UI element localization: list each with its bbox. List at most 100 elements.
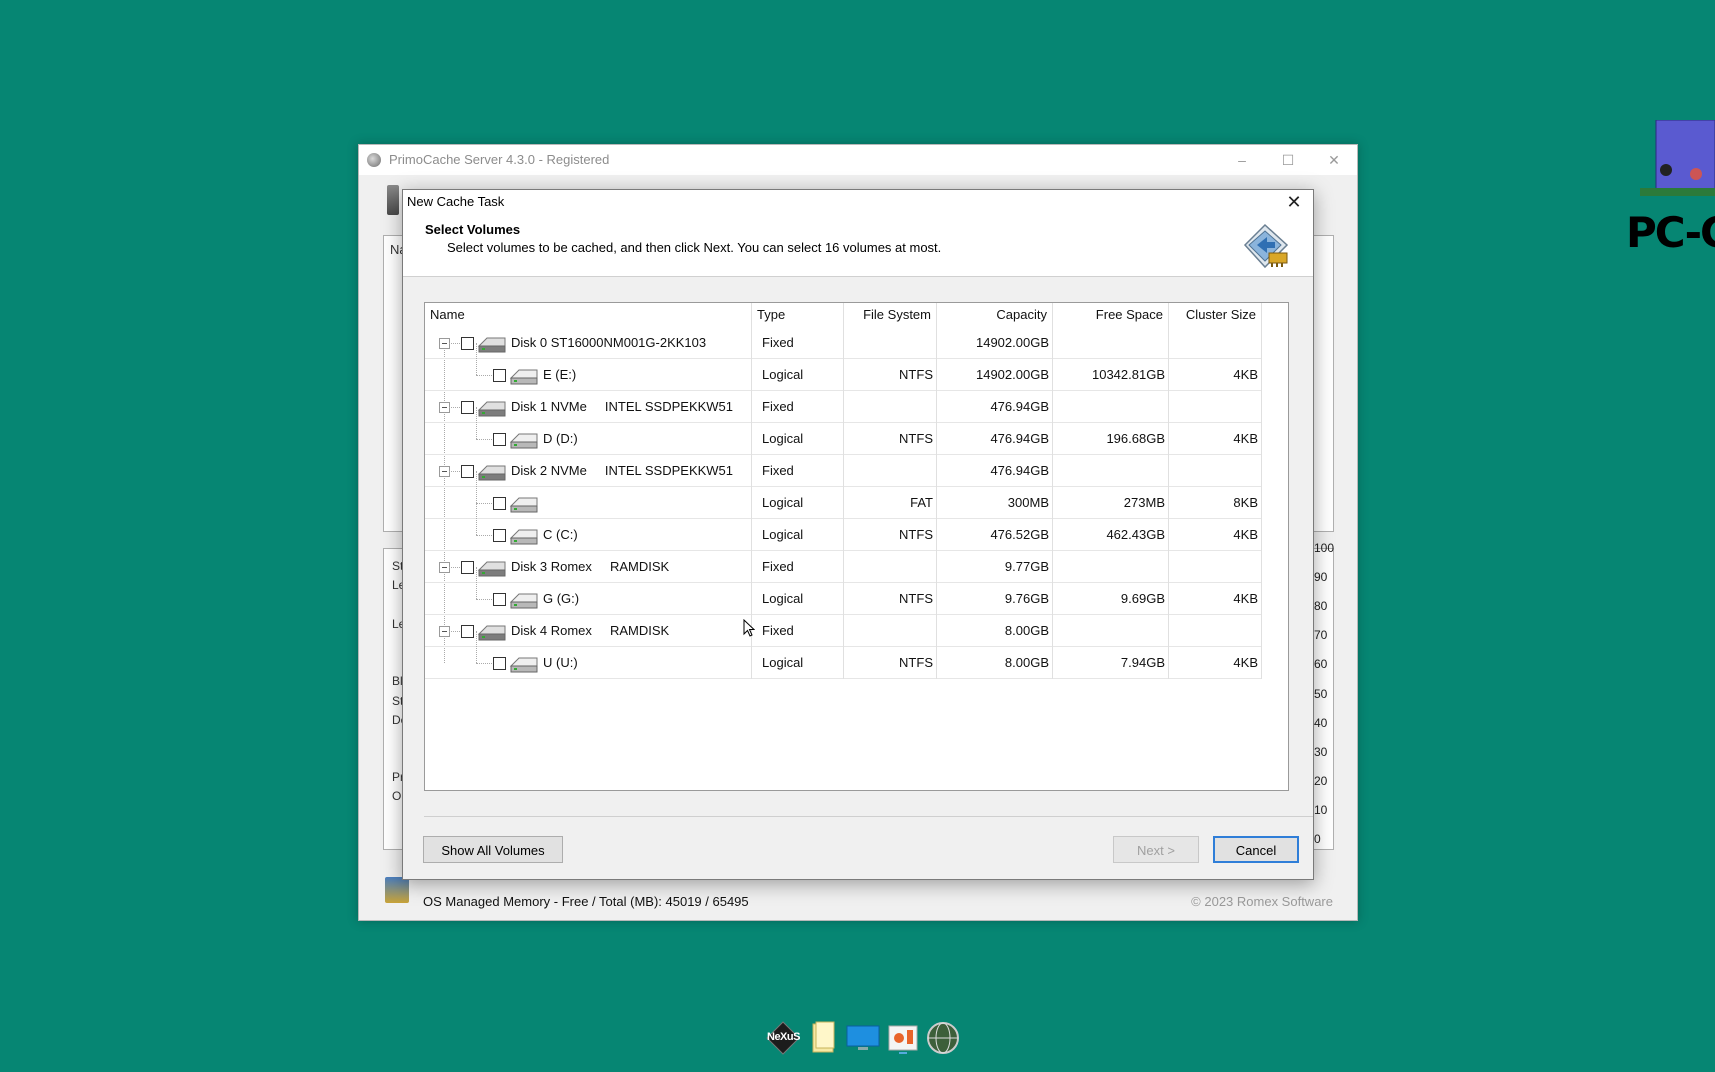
tree-connector-line <box>449 471 460 472</box>
volume-row[interactable]: G (G:) Logical NTFS 9.76GB 9.69GB 4KB <box>425 567 1262 615</box>
file-system-cell: NTFS <box>844 423 937 455</box>
hard-disk-icon <box>477 334 507 353</box>
volume-row[interactable]: U (U:) Logical NTFS 8.00GB 7.94GB 4KB <box>425 631 1262 679</box>
free-space-cell: 196.68GB <box>1053 423 1169 455</box>
column-header-cluster-size[interactable]: Cluster Size <box>1169 303 1262 327</box>
capacity-cell: 476.94GB <box>937 391 1053 423</box>
copyright-text: © 2023 Romex Software <box>1191 894 1333 909</box>
nexus-icon[interactable]: NeXuS <box>765 1020 801 1056</box>
cluster-size-cell <box>1169 455 1262 487</box>
tree-connector-line <box>449 407 460 408</box>
step-description: Select volumes to be cached, and then cl… <box>447 240 942 255</box>
volume-row[interactable]: E (E:) Logical NTFS 14902.00GB 10342.81GB 4KB <box>425 343 1262 391</box>
tree-connector-line <box>449 343 460 344</box>
column-header-free-space[interactable]: Free Space <box>1053 303 1169 327</box>
name-cell: U (U:) <box>425 631 752 679</box>
tree-connector-line <box>476 375 492 376</box>
type-cell: Logical <box>752 647 844 679</box>
maximize-button[interactable]: ☐ <box>1265 145 1311 175</box>
volume-name: U (U:) <box>543 655 578 670</box>
name-cell: Disk 4 Romex RAMDISK <box>425 615 752 647</box>
name-cell: Disk 0 ST16000NM001G-2KK103 <box>425 327 752 359</box>
volume-row[interactable]: Logical FAT 300MB 273MB 8KB <box>425 471 1262 519</box>
free-space-cell <box>1053 615 1169 647</box>
capacity-cell: 476.52GB <box>937 519 1053 551</box>
hard-disk-icon <box>477 462 507 481</box>
name-cell: C (C:) <box>425 503 752 551</box>
paint-icon[interactable] <box>885 1020 921 1056</box>
column-header-name[interactable]: Name <box>425 303 752 327</box>
next-button[interactable]: Next > <box>1113 836 1199 863</box>
cluster-size-cell: 8KB <box>1169 487 1262 519</box>
disk-row[interactable]: Disk 4 Romex RAMDISK Fixed 8.00GB <box>425 615 1262 647</box>
name-cell: Disk 1 NVMe INTEL SSDPEKKW51 <box>425 391 752 423</box>
type-cell: Logical <box>752 359 844 391</box>
volume-row[interactable]: D (D:) Logical NTFS 476.94GB 196.68GB 4KB <box>425 407 1262 455</box>
pc-logo-text: PC-CE <box>1626 208 1715 257</box>
volume-checkbox[interactable] <box>493 497 506 510</box>
volume-checkbox[interactable] <box>461 465 474 478</box>
volume-checkbox[interactable] <box>493 657 506 670</box>
cluster-size-cell <box>1169 391 1262 423</box>
tree-connector-line <box>476 503 477 535</box>
disk-row[interactable]: Disk 0 ST16000NM001G-2KK103 Fixed 14902.00… <box>425 327 1262 359</box>
volume-drive-icon <box>509 590 539 609</box>
type-cell: Fixed <box>752 455 844 487</box>
toolbar-icon[interactable] <box>387 185 399 215</box>
axis-tick-label: 20 <box>1314 774 1328 788</box>
volume-row[interactable]: C (C:) Logical NTFS 476.52GB 462.43GB 4KB <box>425 503 1262 551</box>
volume-name: Disk 4 Romex RAMDISK <box>511 623 670 638</box>
volume-name: C (C:) <box>543 527 578 542</box>
main-window-title: PrimoCache Server 4.3.0 - Registered <box>389 152 610 167</box>
cluster-size-cell: 4KB <box>1169 583 1262 615</box>
file-explorer-icon[interactable] <box>805 1020 841 1056</box>
dialog-separator <box>424 816 1313 817</box>
volume-list[interactable]: Name Type File System Capacity Free Spac… <box>424 302 1289 791</box>
volume-drive-icon <box>509 494 539 513</box>
capacity-cell: 8.00GB <box>937 647 1053 679</box>
volume-checkbox[interactable] <box>461 561 474 574</box>
tree-connector-line <box>449 567 460 568</box>
tree-connector-line <box>449 631 460 632</box>
axis-tick-label: 40 <box>1314 716 1328 730</box>
volume-checkbox[interactable] <box>461 625 474 638</box>
main-titlebar: PrimoCache Server 4.3.0 - Registered – ☐… <box>359 145 1357 175</box>
name-cell: Disk 2 NVMe INTEL SSDPEKKW51 <box>425 455 752 487</box>
volume-checkbox[interactable] <box>493 433 506 446</box>
cluster-size-cell: 4KB <box>1169 423 1262 455</box>
nexus-label: NeXuS <box>767 1031 800 1043</box>
dialog-close-button[interactable]: ✕ <box>1279 190 1309 214</box>
axis-tick-label: 90 <box>1314 570 1328 584</box>
volume-checkbox[interactable] <box>493 529 506 542</box>
tree-connector-line <box>476 407 477 439</box>
name-cell <box>425 471 752 519</box>
monitor-icon[interactable] <box>845 1020 881 1056</box>
volume-checkbox[interactable] <box>461 337 474 350</box>
close-button[interactable]: ✕ <box>1311 145 1357 175</box>
column-header-type[interactable]: Type <box>752 303 844 327</box>
volume-list-header: Name Type File System Capacity Free Spac… <box>425 303 1288 327</box>
column-header-file-system[interactable]: File System <box>844 303 937 327</box>
volume-checkbox[interactable] <box>493 593 506 606</box>
volume-checkbox[interactable] <box>461 401 474 414</box>
axis-tick-label: 0 <box>1314 832 1321 846</box>
minimize-button[interactable]: – <box>1219 145 1265 175</box>
disk-row[interactable]: Disk 2 NVMe INTEL SSDPEKKW51 Fixed 476.94G… <box>425 455 1262 487</box>
volume-name: Disk 1 NVMe INTEL SSDPEKKW51 <box>511 399 734 414</box>
disk-row[interactable]: Disk 3 Romex RAMDISK Fixed 9.77GB <box>425 551 1262 583</box>
volume-checkbox[interactable] <box>493 369 506 382</box>
axis-tick-label: 70 <box>1314 628 1328 642</box>
type-cell: Fixed <box>752 615 844 647</box>
hard-disk-icon <box>477 398 507 417</box>
globe-icon[interactable] <box>925 1020 961 1056</box>
cancel-button[interactable]: Cancel <box>1213 836 1299 863</box>
volume-drive-icon <box>509 526 539 545</box>
free-space-cell: 9.69GB <box>1053 583 1169 615</box>
disk-row[interactable]: Disk 1 NVMe INTEL SSDPEKKW51 Fixed 476.94G… <box>425 391 1262 423</box>
column-header-capacity[interactable]: Capacity <box>937 303 1053 327</box>
show-all-volumes-button[interactable]: Show All Volumes <box>423 836 563 863</box>
file-system-cell: NTFS <box>844 583 937 615</box>
type-cell: Logical <box>752 487 844 519</box>
capacity-cell: 9.76GB <box>937 583 1053 615</box>
volume-name: G (G:) <box>543 591 580 606</box>
